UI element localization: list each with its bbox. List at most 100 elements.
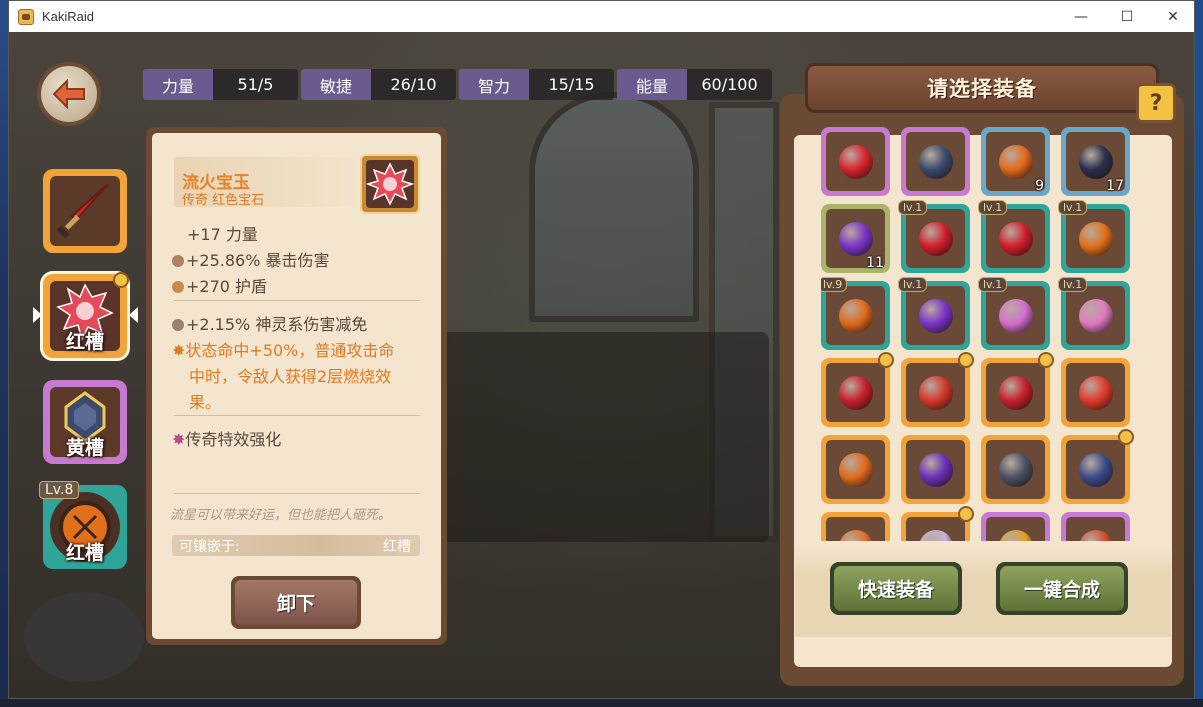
equipment-item[interactable]: lv.1	[978, 277, 1050, 350]
item-inner	[826, 132, 885, 191]
unequip-label: 卸下	[235, 580, 357, 625]
stat-value: 26/10	[371, 69, 456, 100]
equipment-item[interactable]: 17	[1061, 127, 1130, 196]
star-icon: ✸	[172, 341, 186, 360]
equipment-item[interactable]: 9	[981, 127, 1050, 196]
help-button[interactable]: ?	[1136, 83, 1176, 123]
app-window: KakiRaid — ☐ ✕ 力量 51/5 敏捷 26/10 智力 15/15	[8, 0, 1195, 699]
item-level-badge: lv.1	[1058, 200, 1088, 215]
upgrade-wrench-icon	[1118, 429, 1134, 445]
equipment-item[interactable]: lv.1	[898, 277, 970, 350]
unequip-button[interactable]: 卸下	[231, 576, 361, 629]
item-inner	[1066, 209, 1125, 268]
gem-icon	[1078, 375, 1113, 410]
item-inner	[986, 363, 1045, 422]
equipment-item[interactable]: lv.1	[898, 200, 970, 273]
item-inner	[906, 132, 965, 191]
item-inner	[986, 517, 1045, 541]
desktop-edge-left	[0, 0, 8, 707]
title-bar: KakiRaid — ☐ ✕	[9, 1, 1194, 32]
equipment-item[interactable]	[901, 506, 974, 541]
item-level-badge: lv.1	[898, 277, 928, 292]
equipment-item[interactable]	[821, 127, 890, 196]
item-inner	[1066, 517, 1125, 541]
background-desk	[439, 332, 769, 542]
item-inner	[906, 363, 965, 422]
legend-star-icon: ✸	[172, 430, 186, 449]
item-inner	[1066, 363, 1125, 422]
back-button[interactable]	[35, 54, 121, 156]
gem-icon	[918, 375, 953, 410]
divider	[174, 415, 420, 416]
equipment-item[interactable]	[901, 352, 974, 427]
item-inner	[986, 209, 1045, 268]
gem-icon	[838, 529, 873, 541]
stat-label: 力量	[143, 69, 213, 100]
socket-label: 可镶嵌于:	[179, 539, 240, 555]
equipment-item[interactable]	[981, 435, 1050, 504]
item-inner	[826, 517, 885, 541]
one-click-merge-button[interactable]: 一键合成	[996, 562, 1128, 615]
stat-value: 15/15	[529, 69, 614, 100]
equipment-item[interactable]	[1061, 358, 1130, 427]
equipment-item[interactable]: 11	[821, 204, 890, 273]
legend-effect-line: ✸传奇特效强化	[172, 426, 281, 450]
equipment-item[interactable]: lv.1	[978, 200, 1050, 273]
quick-equip-button[interactable]: 快速装备	[830, 562, 962, 615]
app-icon	[18, 8, 34, 25]
close-button[interactable]: ✕	[1150, 1, 1194, 32]
equipment-item[interactable]	[1061, 429, 1134, 504]
gem-icon	[918, 298, 953, 333]
gem-icon	[918, 221, 953, 256]
slot-level-badge: Lv.8	[39, 481, 80, 499]
equipment-item[interactable]	[821, 435, 890, 504]
special-effect-line-1: ✸状态命中+50%，普通攻击命	[172, 337, 394, 361]
gem-icon	[1078, 452, 1113, 487]
sword-icon	[56, 183, 109, 239]
stat-strength: 力量 51/5	[143, 69, 298, 100]
item-level-badge: lv.9	[821, 277, 848, 292]
stat-energy: 能量 60/100	[617, 69, 772, 100]
gem-icon	[1078, 221, 1113, 256]
stat-line-divine-reduction: +2.15% 神灵系伤害减免	[172, 311, 367, 335]
stat-text: +270 护盾	[186, 277, 268, 296]
gem-icon	[838, 452, 873, 487]
special-effect-line-2: 中时，令敌人获得2层燃烧效	[189, 367, 392, 386]
equipment-item[interactable]	[821, 352, 894, 427]
stat-agility: 敏捷 26/10	[301, 69, 456, 100]
stat-line-crit: +25.86% 暴击伤害	[172, 247, 330, 271]
item-inner	[986, 286, 1045, 345]
background-window	[529, 92, 699, 322]
gem-preview-icon	[360, 154, 420, 214]
equipment-item[interactable]	[821, 512, 890, 541]
equipment-item[interactable]	[1061, 512, 1130, 541]
equipment-item[interactable]	[901, 435, 970, 504]
shield-icon	[172, 281, 184, 293]
gem-icon	[998, 529, 1033, 541]
equipment-item[interactable]: lv.1	[1058, 200, 1130, 273]
stat-line-shield: +270 护盾	[172, 273, 267, 297]
slot-red-selected[interactable]: 红槽	[43, 272, 129, 358]
equipment-item[interactable]	[981, 352, 1054, 427]
maximize-button[interactable]: ☐	[1104, 1, 1150, 32]
stat-value: 51/5	[213, 69, 298, 100]
equipment-item[interactable]: lv.9	[821, 277, 890, 350]
equipment-item[interactable]: lv.1	[1058, 277, 1130, 350]
upgrade-wrench-icon	[958, 506, 974, 522]
equipment-grid: 9 17 11 lv.1 lv.1 lv.1 lv.9 lv.1 lv.1 lv.1	[821, 127, 1151, 541]
equipment-item[interactable]	[981, 512, 1050, 541]
gem-icon	[998, 221, 1033, 256]
item-inner	[906, 517, 965, 541]
slot-weapon[interactable]	[43, 169, 127, 253]
gem-rarity-type: 传奇 红色宝石	[182, 193, 265, 208]
stat-intelligence: 智力 15/15	[459, 69, 614, 100]
equipment-item[interactable]	[901, 127, 970, 196]
item-count: 11	[866, 255, 884, 271]
minimize-button[interactable]: —	[1058, 1, 1104, 32]
stat-label: 智力	[459, 69, 529, 100]
slot-red-2[interactable]: Lv.8 红槽	[39, 481, 127, 569]
item-inner	[1066, 440, 1125, 499]
slot-yellow[interactable]: 黄槽	[43, 380, 127, 464]
stat-label: 敏捷	[301, 69, 371, 100]
gem-icon	[838, 144, 873, 179]
